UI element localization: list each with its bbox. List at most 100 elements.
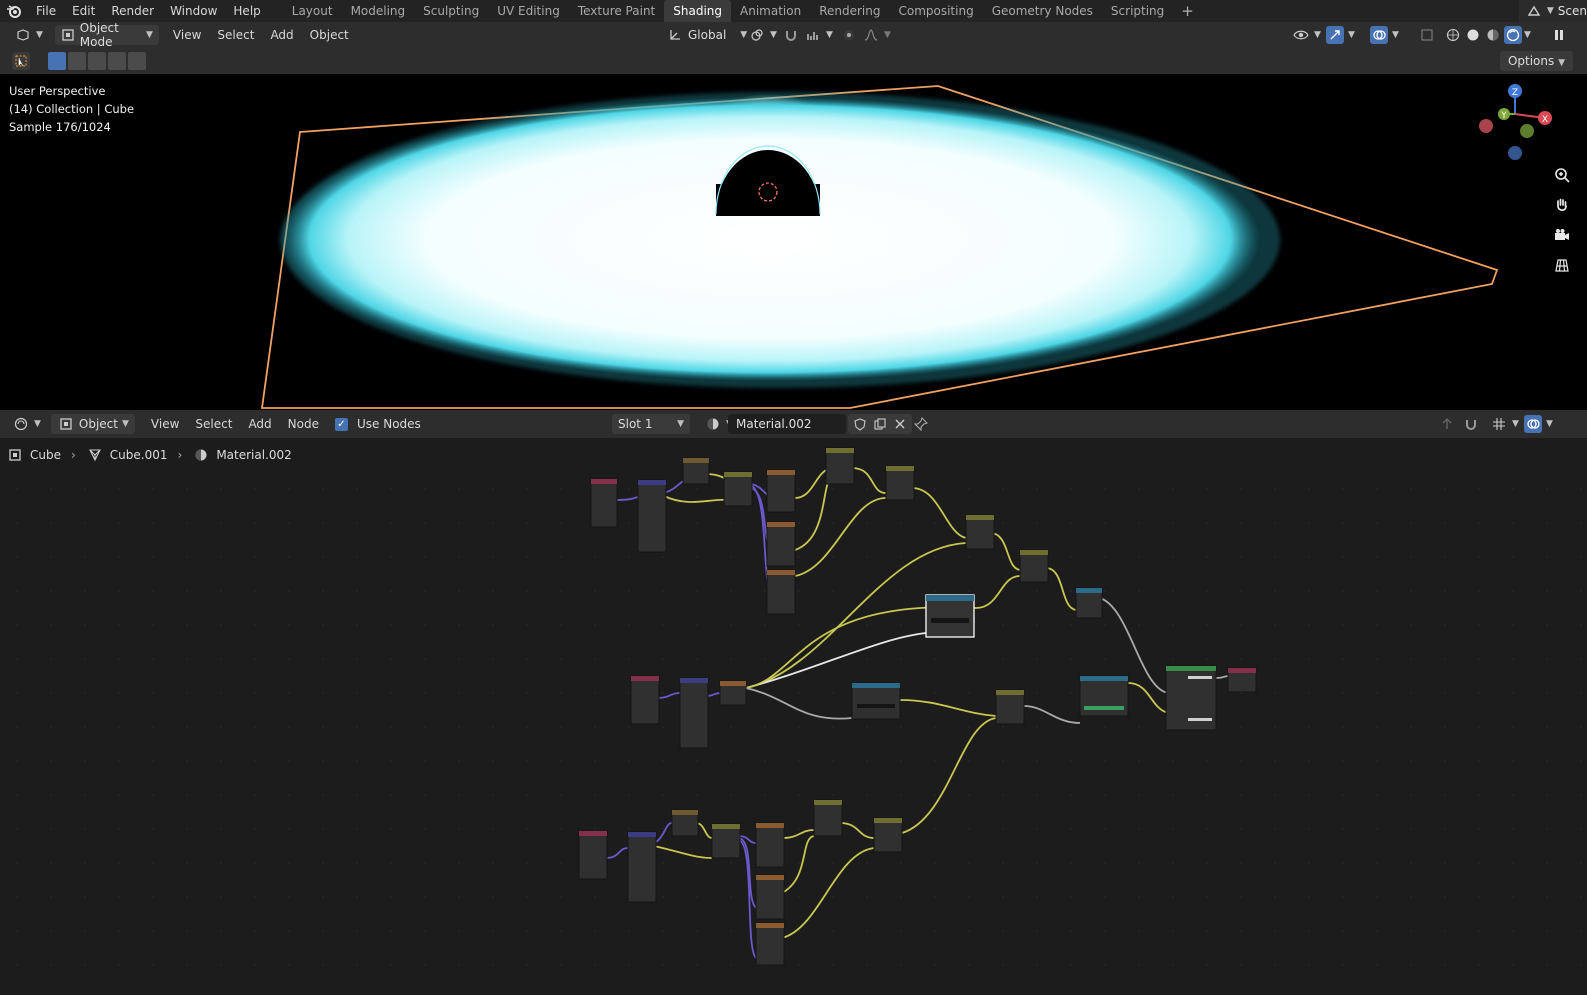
select-invert-icon[interactable] — [108, 52, 126, 70]
menu-file[interactable]: File — [28, 0, 64, 22]
node-noise-3[interactable] — [766, 569, 796, 615]
use-nodes-label: Use Nodes — [357, 417, 421, 431]
shader-type-dropdown[interactable]: Object ▼ — [50, 414, 135, 434]
rendered-shading-icon[interactable] — [1504, 26, 1522, 44]
menu-view[interactable]: View — [165, 28, 209, 42]
use-nodes-toggle[interactable]: ✓ Use Nodes — [329, 414, 427, 434]
options-label: Options — [1507, 54, 1555, 68]
select-subtract-icon[interactable] — [88, 52, 106, 70]
mode-dropdown[interactable]: Object Mode ▼ — [54, 21, 159, 49]
node-mix-7[interactable] — [873, 817, 903, 853]
node-mapping-2[interactable] — [679, 677, 709, 749]
node-math-3[interactable] — [671, 809, 699, 837]
tab-rendering[interactable]: Rendering — [810, 0, 889, 22]
tab-modeling[interactable]: Modeling — [342, 0, 415, 22]
tab-layout[interactable]: Layout — [283, 0, 342, 22]
scene-selector[interactable]: ▼ Scen — [1518, 0, 1587, 22]
node-colorramp-2[interactable] — [851, 682, 901, 720]
3d-viewport[interactable]: Z Y X User Perspective (14) Collection |… — [0, 74, 1587, 410]
node-colorramp-1[interactable] — [1075, 587, 1103, 619]
blender-logo-icon[interactable] — [0, 0, 28, 22]
node-mix-2[interactable] — [885, 465, 915, 501]
node-menu-select[interactable]: Select — [187, 417, 240, 431]
node-noise-4[interactable] — [755, 822, 785, 868]
node-menu-view[interactable]: View — [143, 417, 187, 431]
chevron-down-icon: ▼ — [826, 30, 833, 40]
parent-node-tree-icon[interactable] — [1438, 415, 1456, 433]
tab-geometry-nodes[interactable]: Geometry Nodes — [983, 0, 1102, 22]
snap-magnet-icon[interactable] — [1462, 415, 1480, 433]
node-texcoord-2[interactable] — [630, 675, 660, 725]
node-overlays-toggle[interactable]: ▼ — [1518, 414, 1559, 434]
editor-type-button[interactable]: ▼ — [6, 414, 47, 434]
shading-mode-buttons[interactable]: ▼ — [1438, 25, 1537, 45]
node-menu-node[interactable]: Node — [280, 417, 327, 431]
editor-type-button[interactable]: ▼ — [8, 25, 49, 45]
overlays-toggle[interactable]: ▼ — [1364, 25, 1405, 45]
tab-shading[interactable]: Shading — [664, 0, 731, 22]
node-texcoord-3[interactable] — [578, 830, 608, 880]
menu-object[interactable]: Object — [302, 28, 357, 42]
node-noise-6[interactable] — [755, 922, 785, 966]
node-math-1[interactable] — [682, 457, 710, 485]
menu-render[interactable]: Render — [103, 0, 162, 22]
tab-compositing[interactable]: Compositing — [889, 0, 982, 22]
menu-help[interactable]: Help — [225, 0, 268, 22]
node-principled-bsdf[interactable] — [1165, 665, 1217, 731]
node-material-output[interactable] — [1227, 667, 1257, 693]
material-name-field[interactable]: Material.002 — [728, 414, 846, 434]
pause-render-button[interactable] — [1544, 25, 1574, 45]
duplicate-material-icon[interactable] — [871, 415, 889, 433]
tab-scripting[interactable]: Scripting — [1102, 0, 1173, 22]
node-mix-3[interactable] — [965, 514, 995, 550]
gizmo-toggle[interactable]: ▼ — [1320, 25, 1361, 45]
node-noise-1[interactable] — [766, 469, 796, 513]
accretion-disk — [280, 97, 1260, 381]
select-new-icon[interactable] — [48, 52, 66, 70]
node-emission[interactable] — [1079, 675, 1129, 717]
snap-toggle[interactable]: ▼ — [776, 25, 839, 45]
unlink-material-icon[interactable] — [891, 415, 909, 433]
slot-dropdown[interactable]: Slot 1 ▼ — [612, 414, 690, 434]
options-dropdown[interactable]: Options ▼ — [1499, 51, 1573, 71]
pin-icon[interactable] — [912, 415, 930, 433]
node-mapping-1[interactable] — [637, 479, 667, 553]
node-mix-4[interactable] — [1019, 549, 1049, 583]
select-intersect-icon[interactable] — [128, 52, 146, 70]
node-gradient-1[interactable] — [719, 680, 747, 706]
proportional-editing-toggle[interactable]: ▼ — [834, 25, 897, 45]
menu-add[interactable]: Add — [262, 28, 301, 42]
node-mapping-3[interactable] — [627, 831, 657, 903]
node-texcoord-1[interactable] — [590, 478, 618, 528]
node-menu-add[interactable]: Add — [240, 417, 279, 431]
camera-view-icon[interactable] — [1551, 224, 1573, 246]
select-tool-icon[interactable] — [12, 52, 30, 70]
tab-uv-editing[interactable]: UV Editing — [488, 0, 569, 22]
pan-hand-icon[interactable] — [1551, 194, 1573, 216]
transform-orientation-dropdown[interactable]: Global ▼ — [660, 25, 753, 45]
node-selected-ramp[interactable] — [925, 594, 975, 638]
navigation-gizmo[interactable]: Z Y X — [1479, 84, 1552, 160]
node-noise-5[interactable] — [755, 874, 785, 920]
ortho-grid-icon[interactable] — [1551, 254, 1573, 276]
node-mix-1[interactable] — [825, 447, 855, 485]
wireframe-shading-icon[interactable] — [1444, 26, 1462, 44]
tab-texture-paint[interactable]: Texture Paint — [569, 0, 664, 22]
node-mix-6[interactable] — [813, 799, 843, 837]
fake-user-shield-icon[interactable] — [851, 415, 869, 433]
node-mix-5[interactable] — [995, 689, 1025, 725]
zoom-icon[interactable] — [1551, 164, 1573, 186]
menu-window[interactable]: Window — [162, 0, 225, 22]
node-math-4[interactable] — [711, 823, 741, 859]
menu-edit[interactable]: Edit — [64, 0, 103, 22]
solid-shading-icon[interactable] — [1464, 26, 1482, 44]
add-workspace-icon[interactable]: + — [1173, 2, 1202, 20]
menu-select[interactable]: Select — [209, 28, 262, 42]
select-extend-icon[interactable] — [68, 52, 86, 70]
tab-sculpting[interactable]: Sculpting — [414, 0, 488, 22]
material-preview-icon[interactable] — [1484, 26, 1502, 44]
node-noise-2[interactable] — [766, 521, 796, 567]
tab-animation[interactable]: Animation — [731, 0, 810, 22]
node-editor-canvas[interactable]: Cube › Cube.001 › Material.002 — [0, 438, 1587, 995]
node-math-2[interactable] — [723, 471, 753, 507]
